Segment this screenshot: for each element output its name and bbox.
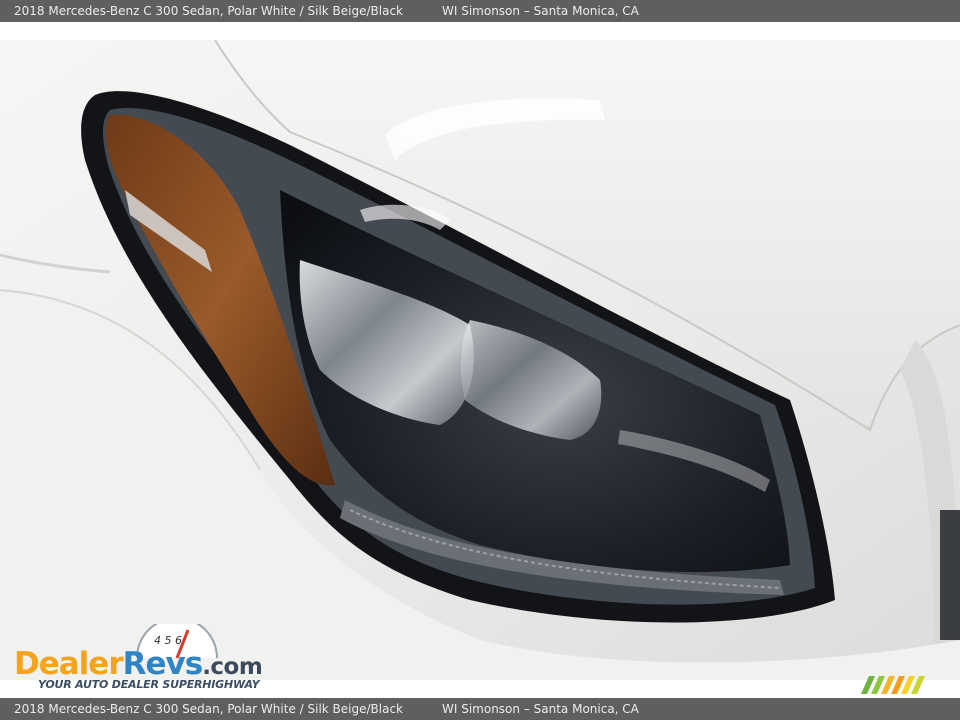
headlight-photo [0,40,960,680]
footer-bar: 2018 Mercedes-Benz C 300 Sedan, Polar Wh… [0,698,960,720]
vehicle-title: 2018 Mercedes-Benz C 300 Sedan, Polar Wh… [14,4,404,18]
footer-dealer-location: WI Simonson – Santa Monica, CA [442,702,639,716]
watermark-tagline: YOUR AUTO DEALER SUPERHIGHWAY [38,678,260,691]
header-bar: 2018 Mercedes-Benz C 300 Sedan, Polar Wh… [0,0,960,22]
wordmark-dealer: Dealer [14,646,124,682]
dealer-location: WI Simonson – Santa Monica, CA [442,4,639,18]
footer-vehicle-title: 2018 Mercedes-Benz C 300 Sedan, Polar Wh… [14,702,404,716]
dealer-brand-stripes-icon [861,676,925,694]
wordmark-com: .com [202,654,263,680]
wordmark-revs: Revs [122,646,204,682]
dealerrevs-wordmark: DealerRevs.com [14,646,263,682]
dealerrevs-watermark: 4 5 6 DealerRevs.com YOUR AUTO DEALER SU… [12,624,272,694]
